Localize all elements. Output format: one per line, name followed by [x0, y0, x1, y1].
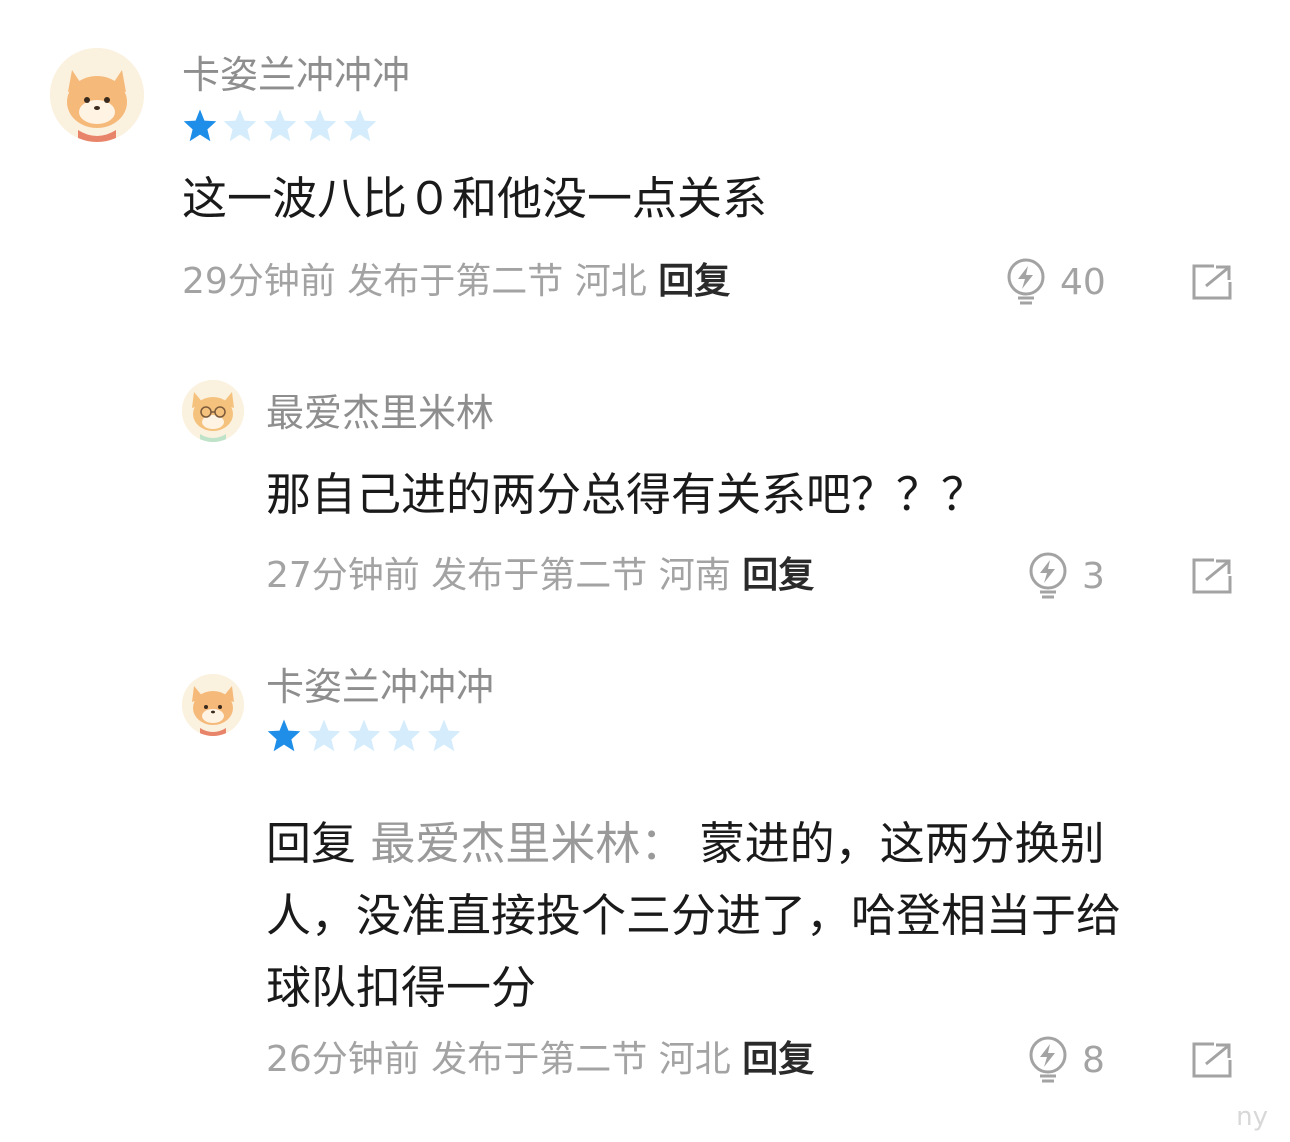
like-button[interactable]: 3	[1026, 552, 1105, 600]
comment-text-line: 球队扣得一分	[266, 961, 537, 1014]
timestamp: 26分钟前	[266, 1039, 420, 1080]
lightning-bulb-icon	[1007, 258, 1045, 305]
avatar[interactable]	[50, 48, 144, 142]
star-rating	[182, 108, 378, 142]
star-empty-icon	[223, 109, 257, 142]
comment-meta: 29分钟前 发布于第二节 河北 回复	[182, 264, 730, 300]
location: 河北	[658, 1039, 731, 1080]
like-count: 8	[1082, 1039, 1105, 1081]
timestamp: 29分钟前	[182, 261, 336, 302]
avatar[interactable]	[182, 674, 244, 736]
fox-avatar-icon	[50, 48, 144, 142]
location: 河南	[658, 555, 731, 596]
lightning-bulb-icon	[1029, 552, 1067, 599]
reply-prefix: 回复	[266, 817, 357, 870]
lightning-bulb-icon	[1029, 1036, 1067, 1083]
comment-text: 那自己进的两分总得有关系吧？？？	[266, 468, 987, 521]
reply-button[interactable]: 回复	[742, 1039, 814, 1080]
share-button[interactable]	[1192, 1042, 1232, 1082]
like-count: 3	[1082, 555, 1105, 597]
star-empty-icon	[387, 719, 421, 752]
star-empty-icon	[303, 109, 337, 142]
avatar[interactable]	[182, 380, 244, 442]
comment-text-line: 人，没准直接投个三分进了，哈登相当于给	[266, 889, 1122, 942]
comment-text: 回复 最爱杰里米林： 蒙进的，这两分换别 人，没准直接投个三分进了，哈登相当于给…	[266, 808, 1256, 1024]
watermark: ny	[1236, 1102, 1268, 1132]
timestamp: 27分钟前	[266, 555, 420, 596]
comment-meta: 26分钟前 发布于第二节 河北 回复	[266, 1042, 814, 1078]
posted-in: 发布于第二节	[431, 1039, 648, 1080]
fox-glasses-avatar-icon	[182, 380, 244, 442]
star-empty-icon	[343, 109, 377, 142]
comment-meta: 27分钟前 发布于第二节 河南 回复	[266, 558, 814, 594]
like-count: 40	[1060, 261, 1106, 303]
share-button[interactable]	[1192, 558, 1232, 598]
comment-text-line: 回复 最爱杰里米林： 蒙进的，这两分换别	[266, 808, 1256, 880]
reply-button[interactable]: 回复	[658, 261, 730, 302]
like-button[interactable]: 8	[1026, 1036, 1105, 1084]
star-filled-icon	[267, 719, 301, 752]
share-button[interactable]	[1192, 264, 1232, 304]
username[interactable]: 卡姿兰冲冲冲	[182, 56, 410, 94]
share-arrow-icon	[1192, 264, 1232, 300]
reply-button[interactable]: 回复	[742, 555, 814, 596]
star-empty-icon	[307, 719, 341, 752]
star-empty-icon	[347, 719, 381, 752]
location: 河北	[574, 261, 647, 302]
share-arrow-icon	[1192, 558, 1232, 594]
fox-avatar-icon	[182, 674, 244, 736]
posted-in: 发布于第二节	[347, 261, 564, 302]
comment-text: 这一波八比０和他没一点关系	[182, 172, 768, 225]
username[interactable]: 最爱杰里米林	[266, 394, 494, 432]
username[interactable]: 卡姿兰冲冲冲	[266, 668, 494, 706]
star-empty-icon	[427, 719, 461, 752]
like-button[interactable]: 40	[1004, 258, 1106, 306]
comment-text-part: 蒙进的，这两分换别	[699, 817, 1105, 870]
share-arrow-icon	[1192, 1042, 1232, 1078]
star-filled-icon	[183, 109, 217, 142]
star-rating	[266, 718, 462, 752]
star-empty-icon	[263, 109, 297, 142]
posted-in: 发布于第二节	[431, 555, 648, 596]
reply-target-username[interactable]: 最爱杰里米林：	[370, 817, 685, 870]
